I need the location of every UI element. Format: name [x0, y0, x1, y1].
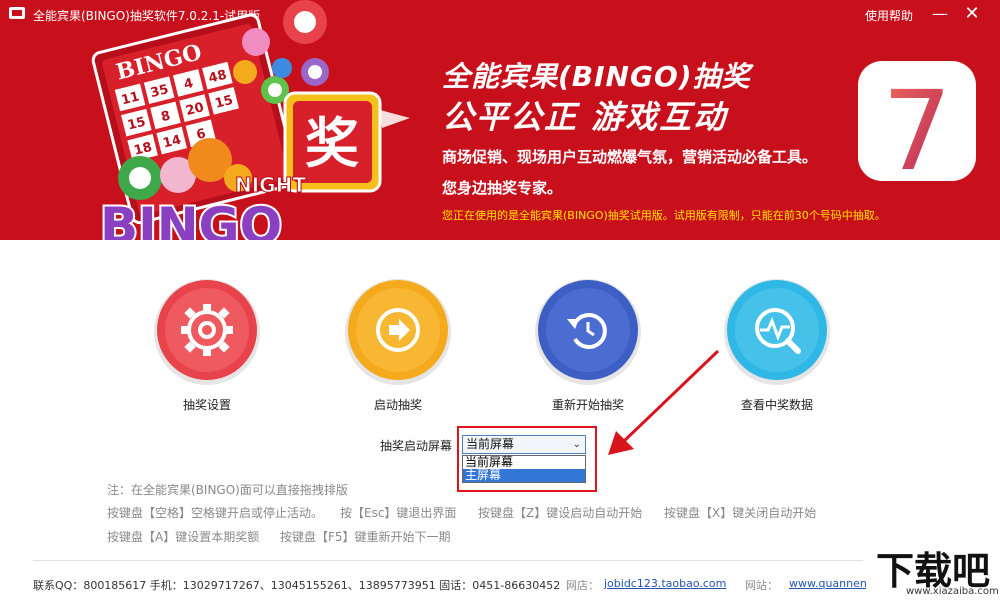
watermark-url: www.xiazaiba.com	[906, 586, 999, 597]
footer-divider	[33, 560, 863, 561]
view-winners-button[interactable]	[722, 275, 832, 389]
chevron-down-icon: ⌄	[572, 439, 581, 450]
chart-search-icon	[724, 279, 830, 385]
hero-subtitle: 公平公正 游戏互动	[442, 98, 728, 136]
gear-icon	[154, 279, 260, 385]
bingo-ball	[242, 28, 270, 56]
start-lottery-button[interactable]	[343, 275, 453, 389]
version-badge: 7	[858, 61, 976, 181]
shortcut-space: 按键盘【空格】空格键开启或停止活动。	[107, 506, 324, 520]
option-main-screen[interactable]: 主屏幕	[463, 469, 585, 482]
hero-tagline: 商场促销、现场用户互动燃爆气氛，营销活动必备工具。	[442, 148, 818, 166]
header-banner: 全能宾果(BINGO)抽奖软件7.0.2.1-试用版 使用帮助 — ✕ BING…	[0, 0, 1000, 240]
play-arrow-icon	[345, 279, 451, 385]
hero-title: 全能宾果(BINGO)抽奖	[442, 60, 751, 93]
shop-link[interactable]: jobidc123.taobao.com	[604, 577, 726, 590]
minimize-button[interactable]: —	[930, 4, 950, 24]
contact-info: 联系QQ：800185617 手机：13029717267、1304515526…	[33, 579, 561, 592]
trial-notice: 您正在使用的是全能宾果(BINGO)抽奖试用版。试用版有限制，只能在前30个号码…	[442, 209, 886, 222]
bingo-logo-text: BINGO	[100, 197, 282, 240]
launch-screen-select[interactable]: 当前屏幕 ⌄	[462, 435, 586, 454]
site-label: 网站：	[745, 579, 778, 592]
app-logo-icon	[9, 7, 25, 19]
bingo-ball	[272, 58, 292, 78]
drag-note: 注：在全能宾果(BINGO)面可以直接拖拽排版	[107, 483, 348, 497]
shortcut-z: 按键盘【Z】键设启动自动开始	[478, 506, 643, 520]
launch-screen-label: 抽奖启动屏幕	[380, 439, 453, 453]
lottery-settings-button[interactable]	[152, 275, 262, 389]
launch-screen-dropdown: 当前屏幕 主屏幕	[462, 455, 586, 483]
launch-screen-value: 当前屏幕	[466, 437, 515, 451]
app-window: 全能宾果(BINGO)抽奖软件7.0.2.1-试用版 使用帮助 — ✕ BING…	[0, 0, 1000, 600]
shortcut-f5: 按键盘【F5】键重新开始下一期	[280, 530, 451, 544]
lottery-settings-label: 抽奖设置	[182, 398, 231, 412]
shop-label: 网店：	[566, 579, 599, 592]
bingo-artwork: BINGO 11 35 4 48 15 8 20 15 18 14 6 奖 NI…	[91, 0, 410, 240]
close-button[interactable]: ✕	[962, 4, 982, 24]
annotation-arrow	[608, 349, 720, 455]
prize-tile-text: 奖	[305, 112, 359, 175]
bingo-ball	[233, 60, 257, 84]
shortcut-a: 按键盘【A】键设置本期奖额	[107, 530, 260, 544]
shortcut-x: 按键盘【X】键关闭自动开始	[664, 506, 817, 520]
version-number: 7	[882, 67, 952, 181]
hero-tagline-2: 您身边抽奖专家。	[442, 179, 563, 197]
shortcut-esc: 按【Esc】键退出界面	[340, 506, 457, 520]
start-lottery-label: 启动抽奖	[373, 398, 422, 412]
night-text: NIGHT	[235, 173, 306, 197]
help-link[interactable]: 使用帮助	[865, 7, 913, 24]
